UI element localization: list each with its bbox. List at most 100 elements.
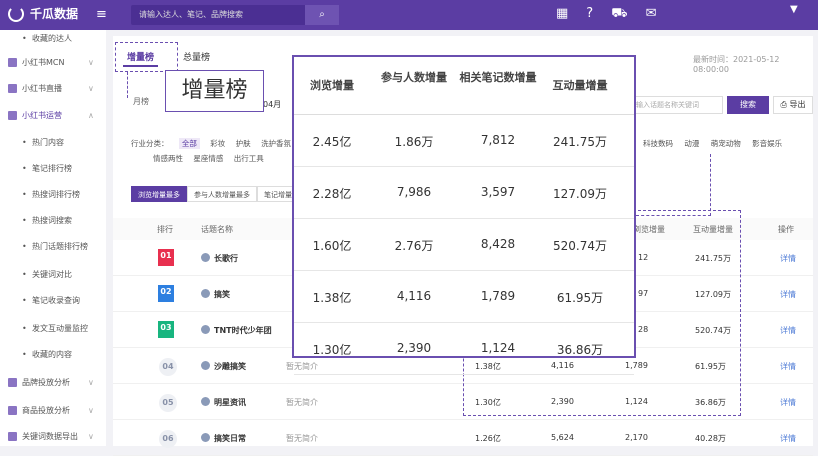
brand-logo[interactable]: 千瓜数据 [8, 5, 78, 22]
topic-icon [201, 361, 210, 370]
bullet-icon: • [22, 163, 27, 173]
sidebar-item-label: 小红书直播 [22, 83, 62, 93]
col-action: 操作 [778, 225, 794, 234]
detail-link[interactable]: 详情 [780, 253, 796, 264]
chevron-up-icon: ∧ [88, 110, 94, 120]
detail-link[interactable]: 详情 [780, 433, 796, 444]
period-select[interactable]: 月榜 [133, 96, 149, 107]
topic-name[interactable]: 明星资讯 [214, 397, 246, 408]
col-rank: 排行 [157, 225, 173, 234]
category-item[interactable]: 星座情感 [193, 154, 223, 163]
table-row: 06 搞笑日常 暂无简介 1.26亿 5,624 2,170 40.28万 详情 [113, 420, 813, 456]
cell-notes: 2,170 [625, 433, 648, 442]
rank-badge: 02 [158, 285, 174, 302]
overlay-cell: 7,812 [480, 133, 516, 147]
highlight-box-tab [115, 42, 178, 72]
sidebar-group[interactable]: ∨ 小红书MCN [0, 54, 106, 70]
cart-icon[interactable]: ⛟ [611, 6, 627, 23]
sidebar-item[interactable]: • 热门内容 [0, 134, 106, 150]
sidebar-item-label: 关键词数据导出 [22, 431, 78, 441]
sidebar-group[interactable]: ∨ 品牌投放分析 [0, 374, 106, 390]
cell-participants: 5,624 [551, 433, 574, 442]
sidebar-item-label: 收藏的达人 [32, 33, 72, 43]
category-filter-row2: 情感两性 星座情感 出行工具 [153, 153, 272, 164]
topic-name[interactable]: 搞笑 [214, 289, 230, 300]
topic-icon [201, 253, 210, 262]
sidebar-item-label: 关键词对比 [32, 269, 72, 279]
detail-link[interactable]: 详情 [780, 397, 796, 408]
sort-tab-views[interactable]: 浏览增量最多 [131, 186, 187, 202]
sort-tab-participants[interactable]: 参与人数增量最多 [187, 186, 257, 202]
chevron-down-icon: ∨ [88, 405, 94, 415]
topic-name[interactable]: 沙雕搞笑 [214, 361, 246, 372]
search-placeholder: 请输入达人、笔记、品牌搜索 [139, 10, 243, 19]
grid-icon[interactable]: ▦ [556, 6, 568, 23]
month-select[interactable]: 04月 [263, 99, 281, 110]
category-item[interactable]: 护肤 [236, 139, 251, 148]
topic-name[interactable]: 搞笑日常 [214, 433, 246, 444]
sidebar-item[interactable]: • 收藏的内容 [0, 346, 106, 362]
search-button[interactable]: 搜索 [727, 96, 769, 114]
overlay-col-header: 参与人数增量 [381, 71, 447, 84]
category-all[interactable]: 全部 [178, 138, 200, 149]
global-search-input[interactable]: 请输入达人、笔记、品牌搜索 ⌕ [131, 5, 339, 25]
sidebar-group[interactable]: ∨ 小红书直播 [0, 80, 106, 96]
topic-name[interactable]: TNT时代少年团 [214, 325, 272, 336]
category-item[interactable]: 情感两性 [153, 154, 183, 163]
category-item[interactable]: 萌宠动物 [711, 139, 741, 148]
mail-icon[interactable]: ✉ [646, 6, 657, 23]
overlay-cell: 61.95万 [556, 291, 604, 305]
overlay-cell: 1.86万 [394, 135, 434, 149]
overlay-cell: 127.09万 [553, 187, 607, 201]
keyword-input[interactable]: 输入话题名称关键词 [631, 96, 723, 114]
bullet-icon: • [22, 349, 27, 359]
overlay-table-row: 2.28亿 7,986 3,597 127.09万 [294, 167, 634, 219]
folder-icon [8, 57, 17, 67]
folder-icon [8, 377, 17, 387]
sidebar-item[interactable]: • 热搜词搜索 [0, 212, 106, 228]
detail-link[interactable]: 详情 [780, 361, 796, 372]
sidebar-item[interactable]: • 笔记排行榜 [0, 160, 106, 176]
sidebar-item[interactable]: • 笔记收录查询 [0, 292, 106, 308]
sidebar-group[interactable]: ∨ 商品投放分析 [0, 402, 106, 418]
category-item[interactable]: 彩妆 [210, 139, 225, 148]
sidebar-item-label: 笔记收录查询 [32, 295, 80, 305]
export-button[interactable]: ⎙ 导出 [773, 96, 813, 114]
sort-tabs: 浏览增量最多 参与人数增量最多 笔记增量 [131, 186, 299, 202]
search-icon[interactable]: ⌕ [305, 5, 339, 25]
overlay-cell: 2.45亿 [312, 135, 352, 149]
category-item[interactable]: 动漫 [684, 139, 699, 148]
sidebar-item-label: 商品投放分析 [22, 405, 70, 415]
category-item[interactable]: 科技数码 [643, 139, 673, 148]
sidebar-item[interactable]: • 热门话题排行榜 [0, 238, 106, 254]
sidebar-item[interactable]: • 热搜词排行榜 [0, 186, 106, 202]
detail-link[interactable]: 详情 [780, 289, 796, 300]
sidebar-group[interactable]: ∨ 关键词数据导出 [0, 428, 106, 444]
rank-number: 04 [159, 358, 177, 376]
sidebar-group[interactable]: ∧ 小红书运营 [0, 107, 106, 123]
sidebar-item-label: 热搜词搜索 [32, 215, 72, 225]
topic-name[interactable]: 长歌行 [214, 253, 238, 264]
overlay-label: 增量榜 [165, 70, 264, 112]
detail-link[interactable]: 详情 [780, 325, 796, 336]
overlay-cell: 3,597 [480, 185, 516, 199]
sidebar-item-label: 发文互动量监控 [32, 323, 88, 333]
tab-total[interactable]: 总量榜 [183, 50, 210, 63]
sidebar-item[interactable]: • 关键词对比 [0, 266, 106, 282]
sidebar-item[interactable]: • 发文互动量监控 [0, 320, 106, 336]
sidebar-item[interactable]: • 收藏的达人 [0, 30, 106, 46]
bullet-icon: • [22, 189, 27, 199]
overlay-col-header: 浏览增量 [310, 79, 354, 92]
chevron-down-icon[interactable]: ▼ [790, 4, 798, 15]
category-item[interactable]: 出行工具 [234, 154, 264, 163]
update-timestamp: 最新时间：2021-05-12 08:00:00 [693, 55, 780, 74]
chevron-down-icon: ∨ [88, 377, 94, 387]
help-icon[interactable]: ? [586, 6, 593, 23]
category-item[interactable]: 洗护香氛 [261, 139, 291, 148]
sidebar-item-label: 品牌投放分析 [22, 377, 70, 387]
overlay-cell: 2.76万 [394, 239, 434, 253]
chevron-down-icon: ∨ [88, 431, 94, 441]
menu-toggle-icon[interactable]: ≡ [96, 7, 107, 22]
folder-icon [8, 110, 17, 120]
category-item[interactable]: 影音娱乐 [752, 139, 782, 148]
